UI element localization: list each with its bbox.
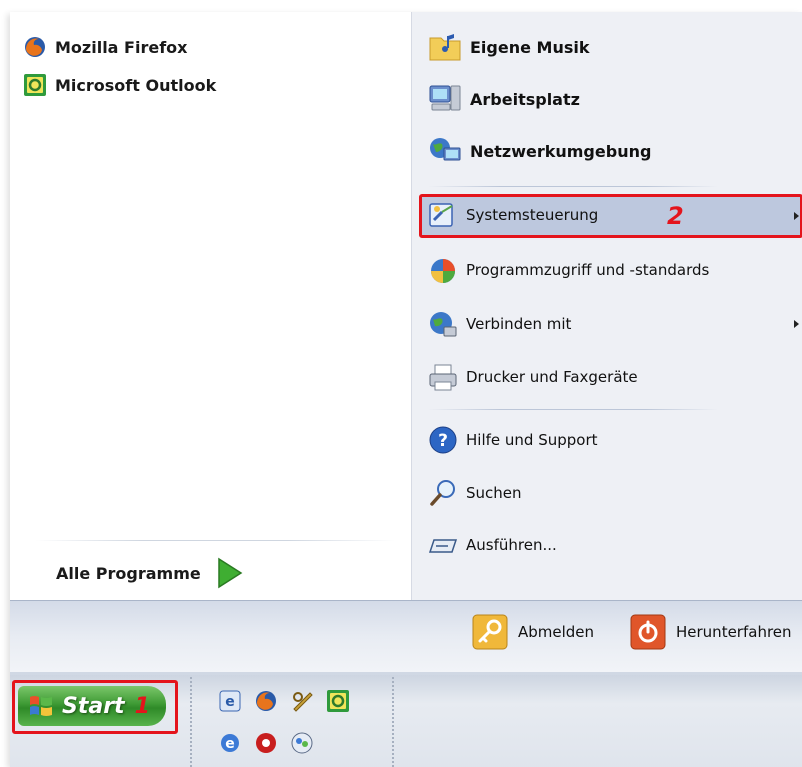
printer-icon [428,362,458,392]
menu-item-netzwerkumgebung[interactable]: Netzwerkumgebung [428,134,651,168]
network-icon [428,134,462,168]
start-button[interactable]: Start 1 [18,686,166,726]
outlook-quick-icon[interactable] [326,689,350,713]
pinned-item-label: Microsoft Outlook [55,75,217,95]
svg-text:e: e [225,736,235,752]
shutdown-button[interactable]: Herunterfahren [630,613,792,651]
all-programs-label: Alle Programme [56,563,201,583]
menu-item-label: Suchen [466,484,522,502]
menu-item-label: Drucker und Faxgeräte [466,368,638,386]
right-panel: Eigene Musik Arbeitsplatz Netzwerkumgebu… [411,12,802,600]
submenu-arrow-icon [794,320,799,328]
program-defaults-icon [428,255,458,285]
logoff-label: Abmelden [518,623,595,641]
media-quick-icon[interactable] [254,731,278,755]
taskbar: Start 1 e e [10,672,802,767]
menu-item-ausfuehren[interactable]: Ausführen... [428,530,557,560]
menu-item-hilfe[interactable]: ? Hilfe und Support [428,425,598,455]
left-separator [35,540,395,541]
start-label: Start [62,693,125,719]
menu-item-eigene-musik[interactable]: Eigene Musik [428,30,590,64]
search-icon [428,478,458,508]
menu-item-arbeitsplatz[interactable]: Arbeitsplatz [428,82,580,116]
all-programs-button[interactable]: Alle Programme [56,556,243,590]
start-menu-footer: Abmelden Herunterfahren [10,600,802,673]
menu-item-verbinden-mit[interactable]: Verbinden mit [428,309,571,339]
firefox-quick-icon[interactable] [254,689,278,713]
svg-text:?: ? [438,431,448,451]
tool-quick-icon[interactable] [290,689,314,713]
computer-icon [428,82,462,116]
menu-item-label: Ausführen... [466,536,557,554]
pinned-item-outlook[interactable]: Microsoft Outlook [23,72,216,98]
annotation-marker-2: 2 [667,202,684,230]
svg-text:e: e [225,694,235,710]
pinned-item-firefox[interactable]: Mozilla Firefox [23,34,187,60]
submenu-arrow-icon [794,212,799,220]
run-icon [428,530,458,560]
menu-item-label: Verbinden mit [466,315,572,333]
control-panel-icon [428,200,458,230]
connect-icon [428,309,458,339]
messenger-quick-icon[interactable] [290,731,314,755]
quick-launch-toolbar: e e [190,677,394,767]
power-icon [630,614,666,650]
music-folder-icon [428,30,462,64]
ie-quick-icon[interactable]: e [218,689,242,713]
green-arrow-icon [217,557,243,589]
shutdown-label: Herunterfahren [676,623,792,641]
pinned-item-label: Mozilla Firefox [55,37,188,57]
menu-item-label: Hilfe und Support [466,431,598,449]
menu-item-suchen[interactable]: Suchen [428,478,522,508]
menu-item-label: Netzwerkumgebung [470,141,652,161]
right-separator [428,186,718,187]
key-icon [472,614,508,650]
menu-item-label: Eigene Musik [470,37,590,57]
start-menu-screenshot: Mozilla Firefox Microsoft Outlook Alle P… [10,12,802,767]
logoff-button[interactable]: Abmelden [472,613,594,651]
menu-item-label: Arbeitsplatz [470,89,580,109]
left-panel: Mozilla Firefox Microsoft Outlook Alle P… [10,12,411,600]
annotation-marker-1: 1 [134,693,150,719]
ie-blue-quick-icon[interactable]: e [218,731,242,755]
menu-item-label: Systemsteuerung [466,206,599,224]
windows-logo-icon [30,696,52,716]
menu-item-programmzugriff[interactable]: Programmzugriff und -standards [428,255,709,285]
menu-item-systemsteuerung[interactable]: Systemsteuerung [428,200,598,230]
menu-item-label: Programmzugriff und -standards [466,261,710,279]
outlook-icon [24,74,46,96]
help-icon: ? [428,425,458,455]
menu-item-drucker[interactable]: Drucker und Faxgeräte [428,362,638,392]
right-separator [428,409,718,410]
firefox-icon [25,37,45,57]
